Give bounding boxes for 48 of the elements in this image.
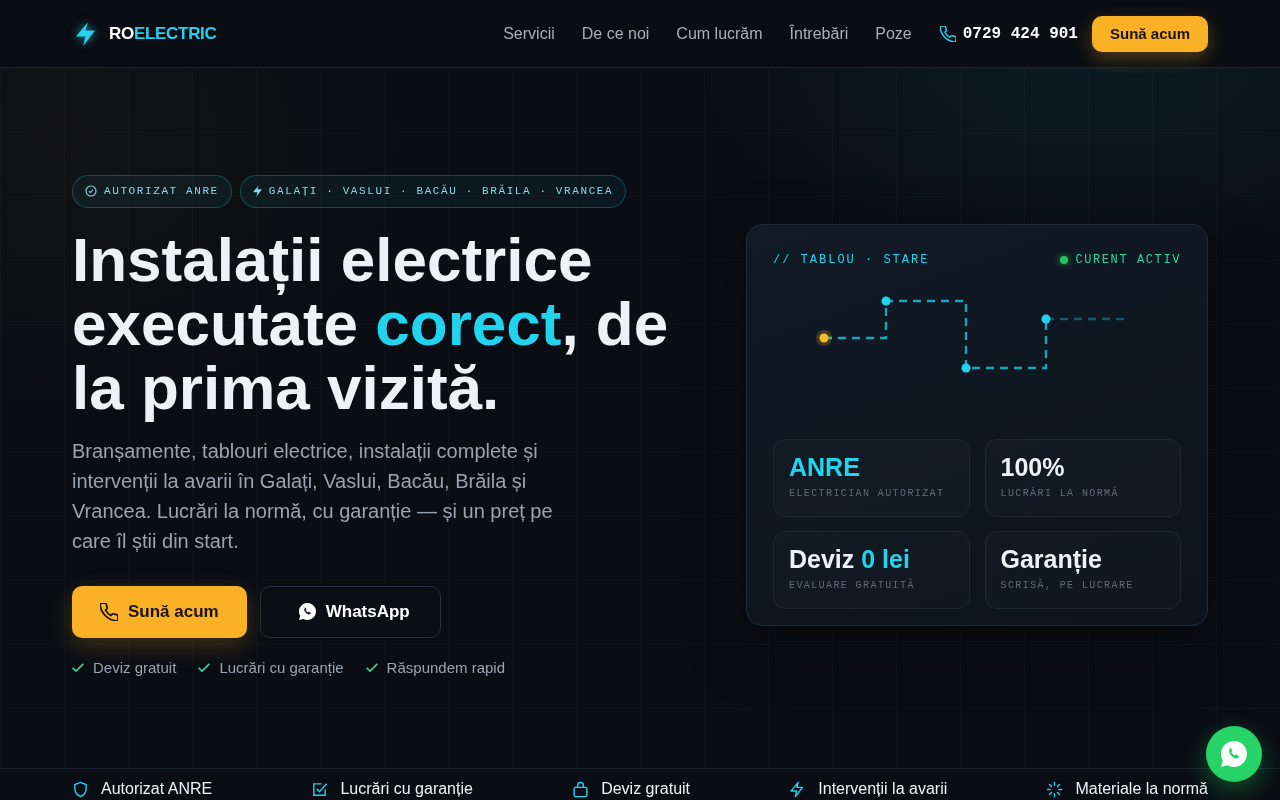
chat-phone-icon <box>1221 741 1247 767</box>
stat-label: LUCRĂRI LA NORMĂ <box>1000 488 1120 499</box>
stat-label: EVALUARE GRATUITĂ <box>789 580 916 591</box>
shield-icon <box>72 780 89 798</box>
stat-label: ELECTRICIAN AUTORIZAT <box>789 488 946 499</box>
logo-text: ROELECTRIC <box>109 23 217 44</box>
panel-title: // TABLOU · STARE <box>773 253 930 267</box>
nav-link[interactable]: De ce noi <box>581 24 650 43</box>
feature-label: Autorizat ANRE <box>101 780 213 798</box>
bolt-logo-icon <box>76 21 95 46</box>
status-dot-icon <box>1060 256 1069 264</box>
padlock-icon <box>572 780 590 798</box>
chat-phone-icon <box>298 603 316 620</box>
whatsapp-float-button[interactable] <box>1206 726 1262 782</box>
stat-value: 100% <box>1000 452 1066 482</box>
check-icon <box>365 662 378 672</box>
call-button[interactable]: Sună acum <box>1091 15 1208 52</box>
check-circle-icon <box>85 185 97 197</box>
feature-label: Lucrări cu garanție <box>340 780 473 798</box>
nav-link[interactable]: Întrebări <box>789 24 849 43</box>
stat-value: ANRE <box>789 452 861 482</box>
perk-label: Lucrări cu garanție <box>219 658 344 676</box>
stat-label: SCRISĂ, PE LUCRARE <box>1000 580 1135 591</box>
stat-value: Garanție <box>1000 544 1103 574</box>
nav-link[interactable]: Poze <box>875 24 912 43</box>
feature-label: Intervenții la avarii <box>818 780 948 798</box>
phone-link[interactable]: 0729 424 901 <box>939 24 1078 43</box>
bolt-icon <box>252 185 262 197</box>
nav-link[interactable]: Cum lucrăm <box>676 24 763 43</box>
badge-label: GALAȚI · VASLUI · BACĂU · BRĂILA · VRANCEA <box>268 185 614 197</box>
badge-label: AUTORIZAT ANRE <box>104 185 219 197</box>
perk-label: Răspundem rapid <box>386 658 505 676</box>
whatsapp-button[interactable]: WhatsApp <box>259 585 441 638</box>
call-button[interactable]: Sună acum <box>72 585 247 638</box>
stat-value: Deviz 0 lei <box>789 544 911 574</box>
hero-heading: Instalații electrice executate corect, de la prima vizită. <box>72 227 670 420</box>
perk-label: Deviz gratuit <box>93 658 177 676</box>
feature-label: Materiale la normă <box>1075 780 1208 798</box>
sunburst-icon <box>1046 780 1064 798</box>
check-icon <box>198 662 211 672</box>
feature-label: Deviz gratuit <box>601 780 691 798</box>
status-label: CURENT ACTIV <box>1075 253 1181 267</box>
phone-icon <box>100 602 118 621</box>
nav-link[interactable]: Servicii <box>503 24 555 43</box>
check-icon <box>72 662 84 672</box>
check-square-icon <box>311 780 329 798</box>
hero-description: Branșamente, tablouri electrice, instalații complete și intervenții la avarii în Galați, Vaslui, Bacău, Brăila și Vrancea. Lucrări la normă, cu garanție — și un preț pe care îl știi din start. <box>72 438 554 554</box>
phone-icon <box>939 25 956 42</box>
